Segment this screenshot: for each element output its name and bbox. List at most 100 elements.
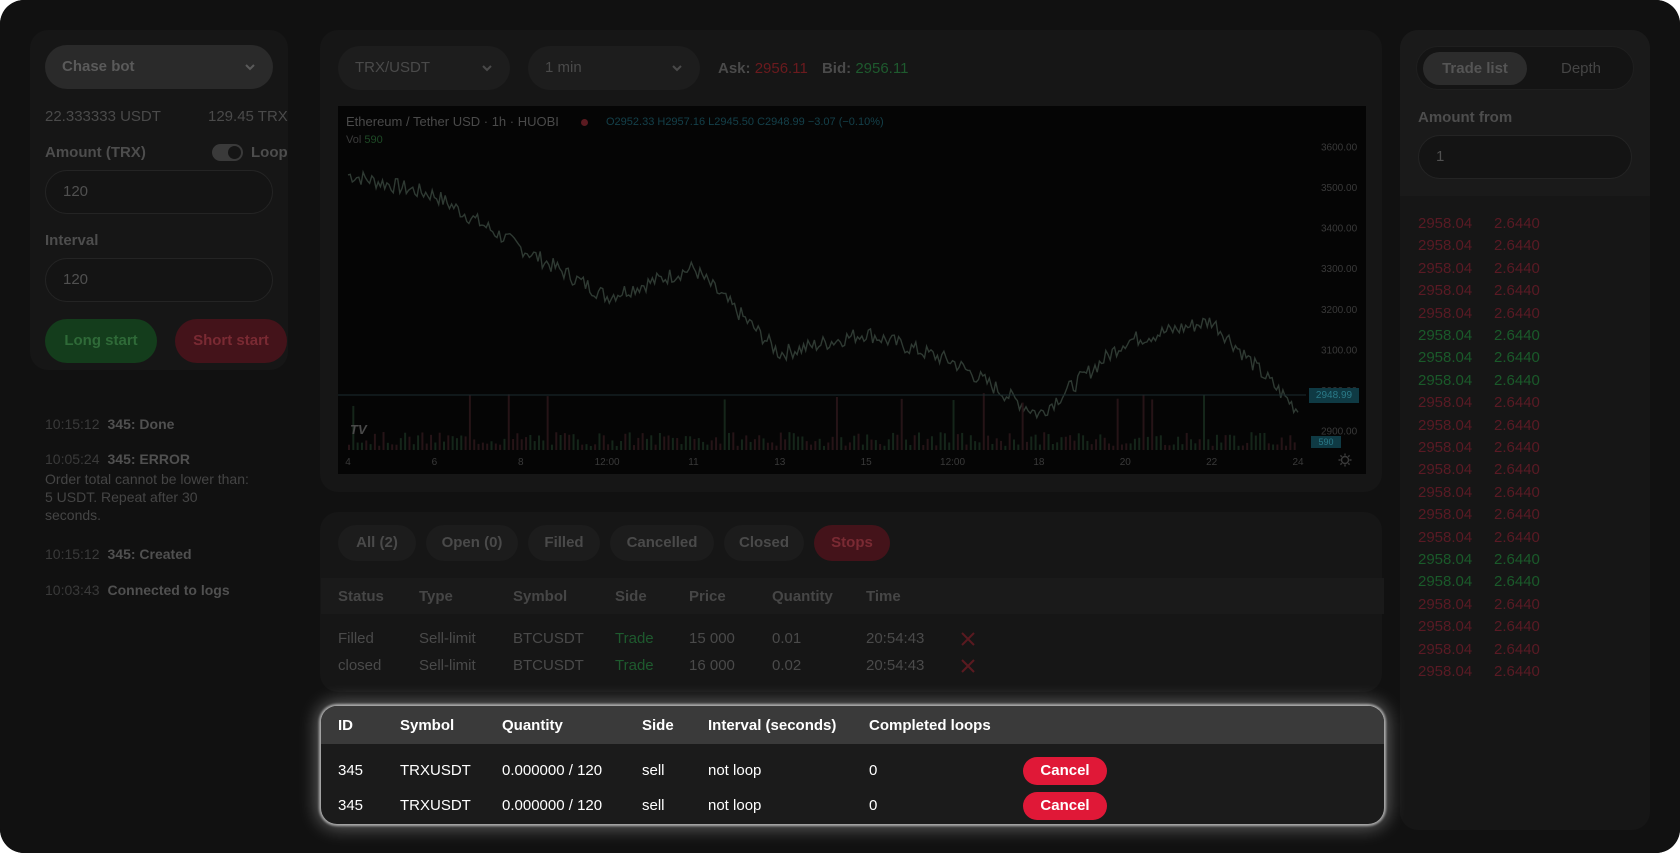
order-type: Sell-limit — [419, 657, 476, 674]
volume-bar — [805, 441, 808, 450]
volume-bar — [637, 437, 640, 450]
volume-bar — [468, 394, 471, 450]
app-frame: Chase bot 22.333333 USDT 129.45 TRX Amou… — [0, 0, 1680, 853]
volume-bar — [654, 444, 657, 450]
x-tick-label: 4 — [345, 457, 351, 468]
volume-bar — [520, 439, 523, 450]
order-book-price: 2958.04 — [1418, 215, 1473, 232]
volume-bar — [494, 443, 497, 450]
cancel-button[interactable]: Cancel — [1023, 757, 1107, 785]
settings-icon[interactable] — [1338, 453, 1352, 467]
volume-bar — [810, 444, 813, 450]
pair-label: TRX/USDT — [355, 59, 430, 76]
volume-bar — [1090, 444, 1093, 450]
volume-bar — [974, 441, 977, 450]
close-icon[interactable] — [960, 631, 976, 647]
volume-bar — [615, 445, 618, 450]
volume-bar — [438, 432, 441, 450]
col-interval: Interval (seconds) — [708, 717, 837, 734]
volume-bar — [1237, 445, 1240, 450]
volume-bar — [1151, 399, 1154, 450]
tab-closed[interactable]: Closed — [724, 525, 804, 561]
tab-open[interactable]: Open (0) — [426, 525, 518, 561]
volume-bar — [939, 432, 942, 450]
order-book-row: 2958.04 2.6440 — [1418, 506, 1570, 523]
amount-input[interactable]: 120 — [45, 170, 273, 214]
ask-label: Ask: — [718, 60, 751, 77]
cancel-button[interactable]: Cancel — [1023, 792, 1107, 820]
col-side: Side — [642, 717, 674, 734]
order-book-price: 2958.04 — [1418, 618, 1473, 636]
ask-value: 2956.11 — [754, 60, 808, 77]
volume-bar — [1246, 442, 1249, 450]
short-start-button[interactable]: Short start — [175, 319, 287, 363]
tab-filled[interactable]: Filled — [528, 525, 600, 561]
order-book-row: 2958.04 2.6440 — [1418, 618, 1570, 635]
volume-bar — [460, 435, 463, 450]
volume-bar — [745, 435, 748, 450]
tab-cancelled[interactable]: Cancelled — [610, 525, 714, 561]
volume-bar — [373, 433, 376, 450]
log-detail: Order total cannot be lower than: 5 USDT… — [45, 471, 249, 523]
volume-bar — [1099, 434, 1102, 450]
volume-bar — [667, 435, 670, 450]
bot-selector-label: Chase bot — [62, 58, 135, 75]
price-chart[interactable]: Ethereum / Tether USD · 1h · HUOBI O2952… — [338, 106, 1366, 474]
volume-bar — [607, 444, 610, 450]
volume-bar — [404, 432, 407, 450]
long-start-button[interactable]: Long start — [45, 319, 157, 363]
volume-bar — [1017, 444, 1020, 450]
amount-from-input[interactable]: 1 — [1418, 135, 1632, 179]
log-time: 10:05:24 — [45, 451, 100, 467]
volume-bar — [775, 445, 778, 450]
bot-side: sell — [642, 762, 665, 779]
timeframe-selector[interactable]: 1 min — [528, 46, 700, 90]
tab-all[interactable]: All (2) — [338, 525, 416, 561]
close-icon[interactable] — [960, 658, 976, 674]
volume-bar — [749, 441, 752, 450]
order-quantity: 0.01 — [772, 630, 802, 647]
order-book-price: 2958.04 — [1418, 483, 1473, 501]
volume-bar — [978, 442, 981, 450]
order-book-amount: 2.6440 — [1494, 640, 1540, 658]
bot-side: sell — [642, 797, 665, 814]
volume-bar — [671, 437, 674, 450]
volume-bar — [848, 442, 851, 450]
volume-bar — [935, 445, 938, 450]
volume-bar — [447, 435, 450, 450]
order-book-amount: 2.6440 — [1494, 663, 1540, 680]
volume-bar — [641, 433, 644, 450]
volume-bar — [356, 442, 359, 450]
volume-bar — [1077, 433, 1080, 450]
order-book-price: 2958.04 — [1418, 663, 1473, 680]
volume-bar — [348, 444, 350, 450]
order-book-amount: 2.6440 — [1494, 573, 1540, 591]
volume-bar — [421, 432, 424, 450]
volume-bar — [568, 434, 571, 450]
bot-selector[interactable]: Chase bot — [45, 45, 273, 89]
pair-selector[interactable]: TRX/USDT — [338, 46, 510, 90]
volume-bar — [1025, 441, 1028, 450]
volume-bar — [952, 400, 955, 450]
tab-trade-list[interactable]: Trade list — [1423, 52, 1527, 85]
order-book-row: 2958.04 2.6440 — [1418, 641, 1570, 658]
tab-depth[interactable]: Depth — [1533, 52, 1629, 85]
order-book-row: 2958.04 2.6440 — [1418, 349, 1570, 366]
tab-stops[interactable]: Stops — [814, 525, 890, 561]
volume-bar — [1159, 435, 1162, 450]
order-book-price: 2958.04 — [1418, 282, 1473, 300]
volume-bar — [425, 443, 428, 450]
volume-bar — [1289, 435, 1292, 450]
volume-bar — [987, 435, 990, 450]
trx-balance: 129.45 TRX — [208, 108, 288, 125]
chart-plot: 3600.00 3500.00 3400.00 3300.00 3200.00 3100.… — [338, 142, 1358, 468]
order-book-price: 2958.04 — [1418, 349, 1473, 367]
loop-toggle[interactable] — [212, 144, 243, 161]
interval-label: Interval — [45, 232, 99, 249]
volume-bar — [866, 434, 869, 450]
volume-bar — [883, 445, 886, 450]
interval-input[interactable]: 120 — [45, 258, 273, 302]
volume-bar — [1280, 437, 1283, 450]
order-book-price: 2958.04 — [1418, 416, 1473, 434]
volume-bar — [861, 444, 864, 450]
